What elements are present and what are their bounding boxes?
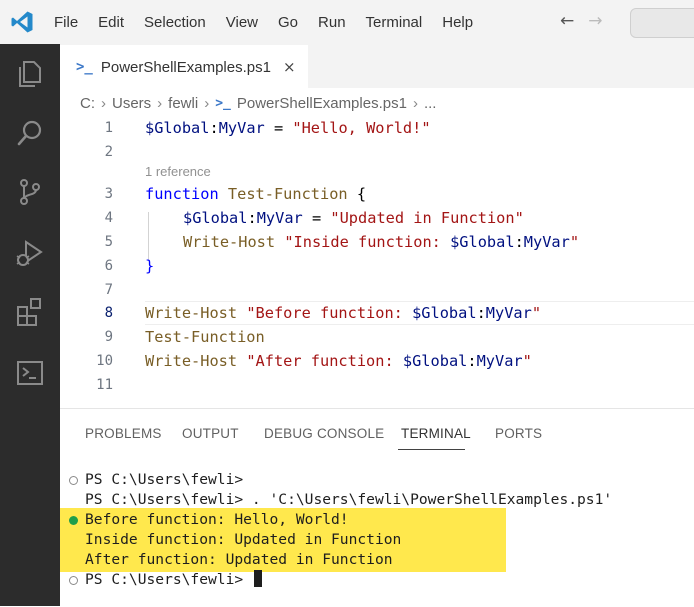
run-debug-icon[interactable] bbox=[14, 237, 46, 269]
terminal-cursor bbox=[253, 570, 262, 587]
chevron-right-icon: › bbox=[157, 94, 163, 112]
menu-view[interactable]: View bbox=[226, 14, 258, 31]
breadcrumb-file[interactable]: PowerShellExamples.ps1 bbox=[237, 95, 407, 112]
back-arrow-icon[interactable]: ← bbox=[560, 11, 574, 31]
code-line-4[interactable]: $Global:MyVar = "Updated in Function" bbox=[183, 206, 524, 230]
bottom-panel: PROBLEMS OUTPUT DEBUG CONSOLE TERMINAL P… bbox=[60, 408, 694, 607]
terminal-line: PS C:\Users\fewli> . 'C:\Users\fewli\Pow… bbox=[85, 491, 613, 508]
tab-output[interactable]: OUTPUT bbox=[182, 426, 239, 441]
menu-terminal[interactable]: Terminal bbox=[366, 14, 423, 31]
panel-tabs: PROBLEMS OUTPUT DEBUG CONSOLE TERMINAL P… bbox=[60, 409, 694, 457]
terminal-icon[interactable] bbox=[14, 357, 46, 389]
breadcrumb-more[interactable]: ... bbox=[424, 95, 437, 112]
line-number: 4 bbox=[104, 210, 113, 226]
nav-arrows: ← → bbox=[560, 11, 603, 31]
menu-help[interactable]: Help bbox=[442, 14, 473, 31]
line-number: 3 bbox=[104, 186, 113, 202]
code-line-3[interactable]: function Test-Function { bbox=[145, 182, 366, 206]
tab-powershell-examples[interactable]: >_ PowerShellExamples.ps1 × bbox=[60, 44, 308, 89]
activity-bar bbox=[0, 44, 60, 606]
command-decoration-icon[interactable] bbox=[69, 576, 78, 585]
chevron-right-icon: › bbox=[204, 94, 210, 112]
source-control-icon[interactable] bbox=[14, 176, 46, 208]
code-line-5[interactable]: Write-Host "Inside function: $Global:MyV… bbox=[183, 230, 579, 254]
line-number: 7 bbox=[104, 282, 113, 298]
tab-debug-console[interactable]: DEBUG CONSOLE bbox=[264, 426, 384, 441]
breadcrumb-users[interactable]: Users bbox=[112, 95, 151, 112]
extensions-icon[interactable] bbox=[14, 296, 46, 328]
editor-tab-bar: >_ PowerShellExamples.ps1 × bbox=[60, 44, 694, 89]
menu-run[interactable]: Run bbox=[318, 14, 346, 31]
terminal-line: Before function: Hello, World! bbox=[85, 511, 349, 528]
forward-arrow-icon[interactable]: → bbox=[588, 11, 602, 31]
terminal-prompt: PS C:\Users\fewli> bbox=[85, 571, 244, 588]
terminal-line: Inside function: Updated in Function bbox=[85, 531, 402, 548]
vscode-logo-icon bbox=[11, 11, 33, 33]
line-number: 9 bbox=[104, 329, 113, 345]
line-number: 8 bbox=[104, 305, 113, 321]
code-line-8[interactable]: Write-Host "Before function: $Global:MyV… bbox=[145, 301, 541, 325]
menu-bar: File Edit Selection View Go Run Terminal… bbox=[44, 0, 483, 44]
code-editor[interactable]: 1 $Global:MyVar = "Hello, World!" 2 1 re… bbox=[60, 116, 694, 408]
line-number: 6 bbox=[104, 258, 113, 274]
menu-go[interactable]: Go bbox=[278, 14, 298, 31]
title-bar: File Edit Selection View Go Run Terminal… bbox=[0, 0, 694, 44]
code-line-10[interactable]: Write-Host "After function: $Global:MyVa… bbox=[145, 349, 532, 373]
codelens-references[interactable]: 1 reference bbox=[145, 164, 211, 179]
command-center-input[interactable] bbox=[630, 8, 694, 38]
command-success-icon[interactable] bbox=[69, 516, 78, 525]
breadcrumb-user[interactable]: fewli bbox=[168, 95, 198, 112]
tab-terminal[interactable]: TERMINAL bbox=[401, 426, 471, 441]
line-number: 5 bbox=[104, 234, 113, 250]
powershell-icon: >_ bbox=[76, 59, 93, 75]
close-icon[interactable]: × bbox=[283, 58, 296, 76]
chevron-right-icon: › bbox=[101, 94, 106, 112]
chevron-right-icon: › bbox=[412, 94, 418, 112]
search-icon[interactable] bbox=[14, 117, 46, 149]
tab-label: PowerShellExamples.ps1 bbox=[100, 58, 271, 76]
terminal-line: PS C:\Users\fewli> bbox=[85, 471, 244, 488]
line-number: 2 bbox=[104, 144, 113, 160]
code-line-1[interactable]: $Global:MyVar = "Hello, World!" bbox=[145, 116, 431, 140]
terminal-line: After function: Updated in Function bbox=[85, 551, 393, 568]
code-line-9[interactable]: Test-Function bbox=[145, 325, 265, 349]
breadcrumb: C: › Users › fewli › >_ PowerShellExampl… bbox=[80, 92, 436, 114]
breadcrumb-drive[interactable]: C: bbox=[80, 95, 95, 112]
line-number: 10 bbox=[96, 353, 113, 369]
powershell-icon: >_ bbox=[215, 95, 231, 111]
menu-file[interactable]: File bbox=[54, 14, 78, 31]
line-number: 1 bbox=[104, 120, 113, 136]
tab-problems[interactable]: PROBLEMS bbox=[85, 426, 162, 441]
tab-ports[interactable]: PORTS bbox=[495, 426, 542, 441]
code-line-6[interactable]: } bbox=[145, 254, 154, 278]
command-decoration-icon[interactable] bbox=[69, 476, 78, 485]
line-number: 11 bbox=[96, 377, 113, 393]
menu-selection[interactable]: Selection bbox=[144, 14, 206, 31]
terminal-prompt-line[interactable]: PS C:\Users\fewli> bbox=[85, 570, 262, 590]
explorer-icon[interactable] bbox=[14, 58, 46, 90]
menu-edit[interactable]: Edit bbox=[98, 14, 124, 31]
active-tab-underline bbox=[398, 449, 465, 450]
